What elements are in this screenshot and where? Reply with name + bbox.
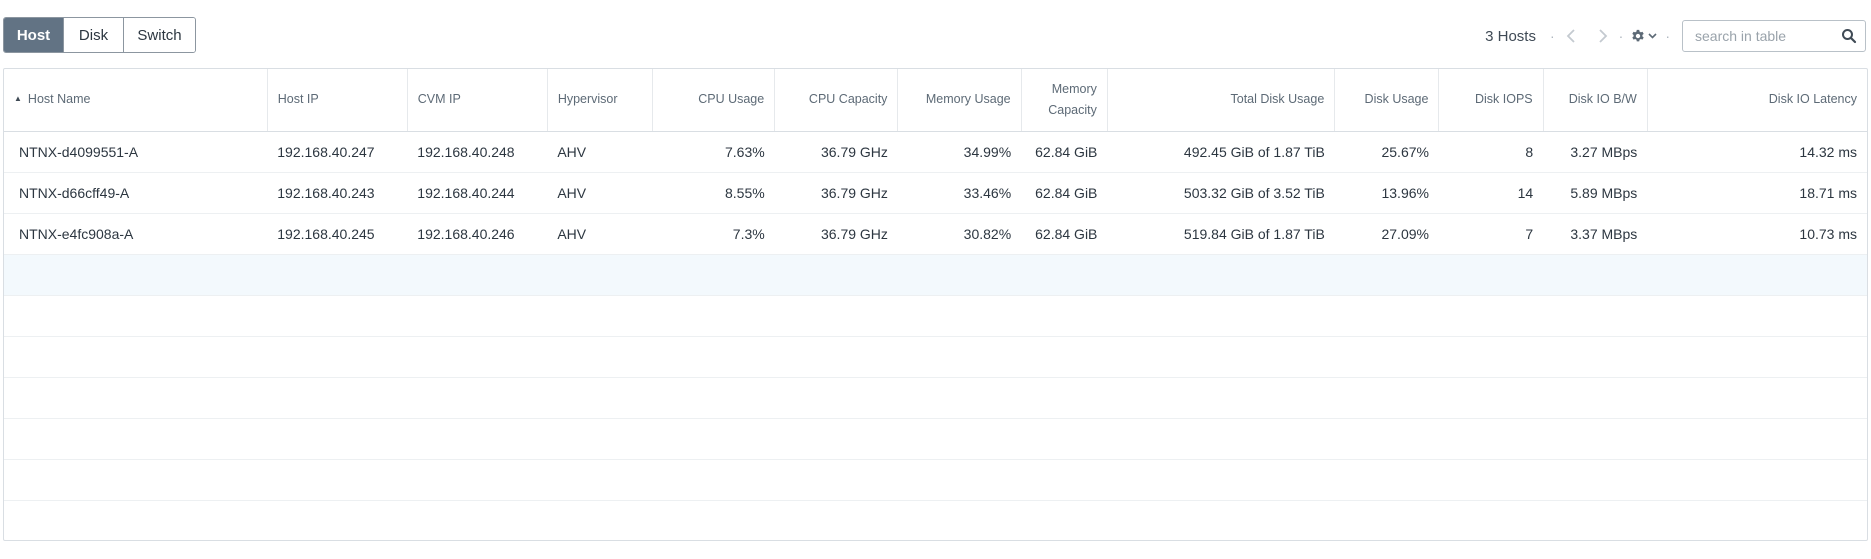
cell-disk-usage: 13.96%	[1334, 172, 1439, 214]
chevron-left-icon[interactable]	[1561, 26, 1581, 46]
gear-icon	[1632, 29, 1645, 42]
cell-cvm-ip: 192.168.40.248	[407, 131, 548, 173]
cell-disk-io-bw: 5.89 MBps	[1543, 172, 1648, 214]
column-header-cvm-ip[interactable]: CVM IP	[407, 69, 548, 132]
search-icon[interactable]	[1841, 28, 1857, 44]
cell-host-ip: 192.168.40.245	[267, 213, 408, 255]
cell-memory-capacity: 62.84 GiB	[1021, 172, 1108, 214]
separator: ·	[1549, 28, 1555, 44]
cell-disk-usage: 25.67%	[1334, 131, 1439, 173]
table-row[interactable]: NTNX-d66cff49-A 192.168.40.243 192.168.4…	[4, 172, 1867, 214]
cell-host-ip: 192.168.40.243	[267, 172, 408, 214]
empty-row	[4, 459, 1867, 501]
separator: ·	[1665, 28, 1670, 44]
cell-cpu-usage: 8.55%	[652, 172, 775, 214]
empty-row	[4, 336, 1867, 378]
cell-host-name: NTNX-e4fc908a-A	[4, 213, 268, 255]
cell-hypervisor: AHV	[547, 172, 653, 214]
search-input[interactable]	[1683, 21, 1833, 51]
empty-row	[4, 254, 1867, 296]
column-header-memory-usage[interactable]: Memory Usage	[897, 69, 1022, 132]
cell-cpu-capacity: 36.79 GHz	[774, 172, 898, 214]
cell-disk-iops: 14	[1438, 172, 1544, 214]
column-header-disk-iops[interactable]: Disk IOPS	[1438, 69, 1544, 132]
empty-row	[4, 295, 1867, 337]
column-header-host-ip[interactable]: Host IP	[267, 69, 408, 132]
column-header-total-disk-usage[interactable]: Total Disk Usage	[1107, 69, 1336, 132]
cell-memory-capacity: 62.84 GiB	[1021, 213, 1108, 255]
column-header-memory-capacity[interactable]: Memory Capacity	[1021, 69, 1108, 132]
cell-disk-iops: 7	[1438, 213, 1544, 255]
search-box	[1682, 20, 1866, 52]
cell-total-disk-usage: 503.32 GiB of 3.52 TiB	[1107, 172, 1335, 214]
tab-switch[interactable]: Switch	[124, 18, 195, 52]
cell-host-name: NTNX-d4099551-A	[4, 131, 268, 173]
cell-cvm-ip: 192.168.40.246	[407, 213, 548, 255]
cell-memory-capacity: 62.84 GiB	[1021, 131, 1108, 173]
empty-row	[4, 377, 1867, 419]
cell-host-name: NTNX-d66cff49-A	[4, 172, 268, 214]
cell-hypervisor: AHV	[547, 213, 653, 255]
toolbar: Host Disk Switch 3 Hosts · · ·	[0, 0, 1871, 68]
cell-total-disk-usage: 492.45 GiB of 1.87 TiB	[1107, 131, 1335, 173]
cell-memory-usage: 34.99%	[897, 131, 1022, 173]
cell-disk-io-bw: 3.27 MBps	[1543, 131, 1648, 173]
separator: ·	[1618, 28, 1624, 44]
cell-cpu-capacity: 36.79 GHz	[774, 131, 898, 173]
column-header-cpu-usage[interactable]: CPU Usage	[652, 69, 776, 132]
table-row[interactable]: NTNX-d4099551-A 192.168.40.247 192.168.4…	[4, 131, 1867, 173]
table-header-row: ▲ Host Name Host IP CVM IP Hypervisor CPU…	[4, 69, 1867, 132]
cell-memory-usage: 33.46%	[897, 172, 1022, 214]
cell-cvm-ip: 192.168.40.244	[407, 172, 548, 214]
chevron-down-icon	[1648, 33, 1657, 39]
cell-disk-io-latency: 14.32 ms	[1647, 131, 1867, 173]
host-count: 3 Hosts	[1485, 27, 1536, 45]
hosts-table: ▲ Host Name Host IP CVM IP Hypervisor CPU…	[3, 68, 1868, 541]
column-header-hypervisor[interactable]: Hypervisor	[547, 69, 654, 132]
sort-ascending-icon: ▲	[14, 93, 22, 103]
table-tools: 3 Hosts · · ·	[1485, 20, 1866, 52]
cell-disk-io-bw: 3.37 MBps	[1543, 213, 1648, 255]
column-header-disk-io-bw[interactable]: Disk IO B/W	[1543, 69, 1648, 132]
column-header-disk-io-latency[interactable]: Disk IO Latency	[1647, 69, 1867, 132]
cell-disk-usage: 27.09%	[1334, 213, 1439, 255]
column-header-disk-usage[interactable]: Disk Usage	[1334, 69, 1440, 132]
cell-disk-io-latency: 10.73 ms	[1647, 213, 1867, 255]
tab-disk[interactable]: Disk	[64, 18, 124, 52]
cell-memory-usage: 30.82%	[897, 213, 1022, 255]
tab-host[interactable]: Host	[4, 18, 64, 52]
chevron-right-icon[interactable]	[1593, 26, 1613, 46]
table-row[interactable]: NTNX-e4fc908a-A 192.168.40.245 192.168.4…	[4, 213, 1867, 255]
settings-menu-button[interactable]	[1631, 29, 1657, 43]
column-header-host-name[interactable]: ▲ Host Name	[4, 69, 268, 132]
cell-hypervisor: AHV	[547, 131, 653, 173]
cell-total-disk-usage: 519.84 GiB of 1.87 TiB	[1107, 213, 1335, 255]
cell-cpu-usage: 7.3%	[652, 213, 775, 255]
cell-host-ip: 192.168.40.247	[267, 131, 408, 173]
cell-disk-iops: 8	[1438, 131, 1544, 173]
empty-row	[4, 418, 1867, 460]
cell-disk-io-latency: 18.71 ms	[1647, 172, 1867, 214]
cell-cpu-usage: 7.63%	[652, 131, 775, 173]
view-tabs: Host Disk Switch	[3, 17, 196, 53]
cell-cpu-capacity: 36.79 GHz	[774, 213, 898, 255]
column-header-cpu-capacity[interactable]: CPU Capacity	[774, 69, 899, 132]
empty-row	[4, 500, 1867, 540]
